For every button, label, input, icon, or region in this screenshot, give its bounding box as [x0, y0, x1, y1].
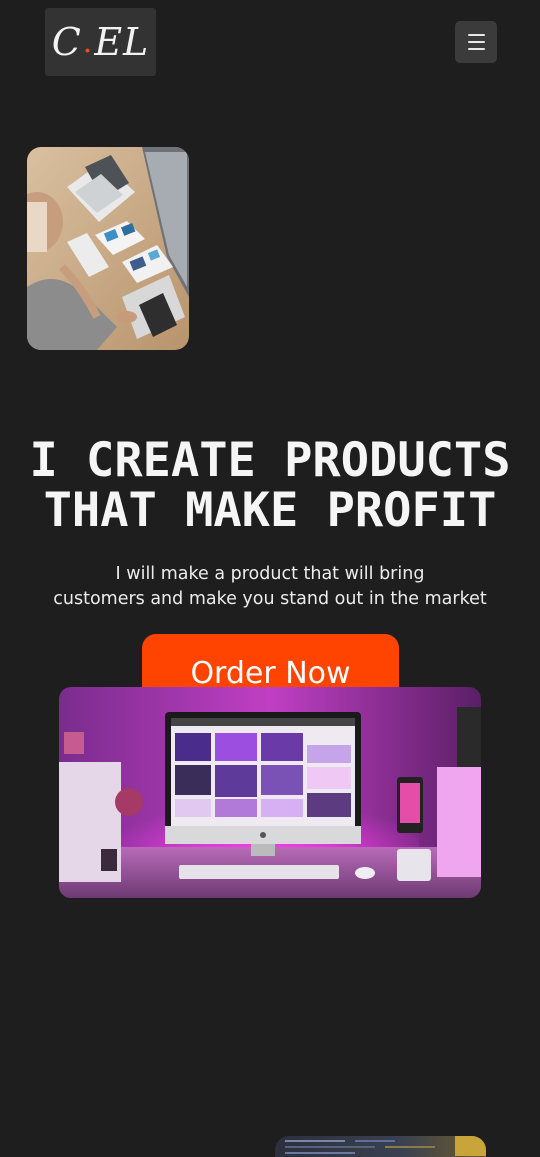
- hero-subtitle: I will make a product that will bring cu…: [40, 562, 500, 612]
- logo-letters-el: EL: [94, 20, 150, 64]
- page: C. EL I CREATE PRODUCTS THAT MAKE PROFIT…: [0, 0, 540, 1157]
- hero-workspace-image: [27, 147, 189, 350]
- logo[interactable]: C. EL: [45, 8, 156, 76]
- logo-dot: .: [82, 24, 94, 60]
- logo-letter-c: C: [51, 20, 82, 64]
- bottom-code-image: [275, 1136, 486, 1157]
- hero-subtitle-line1: I will make a product that will bring: [115, 564, 425, 584]
- hamburger-menu-icon: [467, 34, 485, 36]
- hero-title: I CREATE PRODUCTS THAT MAKE PROFIT: [0, 436, 540, 536]
- menu-button[interactable]: [455, 21, 497, 63]
- hero-title-line1: I CREATE PRODUCTS: [29, 433, 511, 488]
- hero-title-line2: THAT MAKE PROFIT: [43, 483, 497, 538]
- desk-setup-image: [59, 687, 481, 898]
- hero-subtitle-line2: customers and make you stand out in the …: [53, 589, 487, 609]
